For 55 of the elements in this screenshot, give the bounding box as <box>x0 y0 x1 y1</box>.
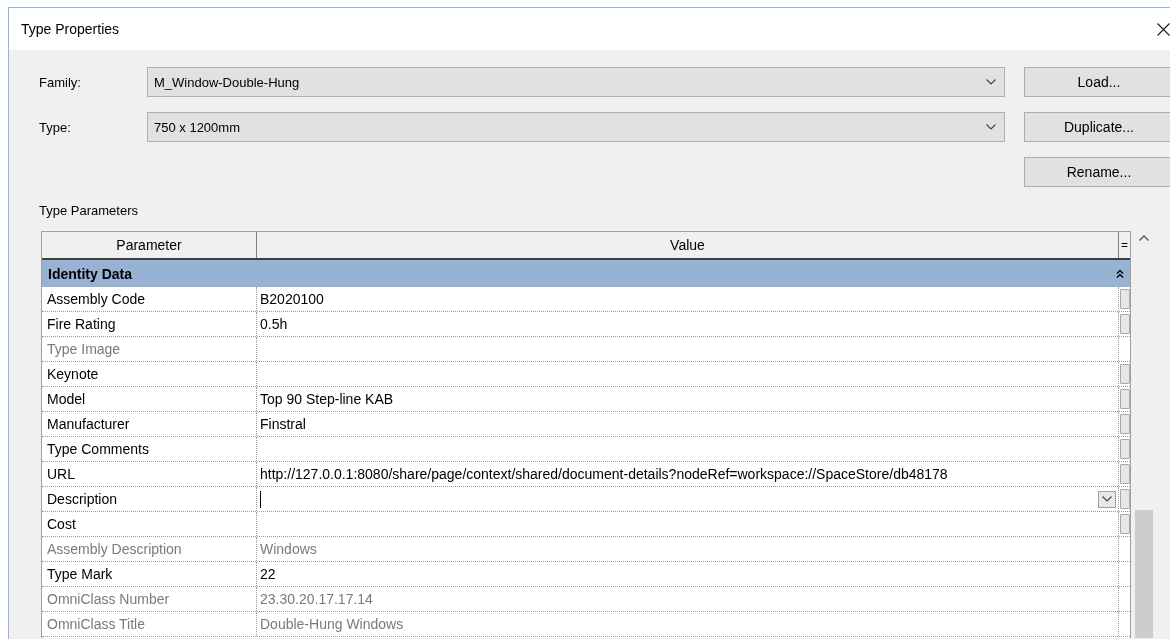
associate-parameter-button[interactable] <box>1119 439 1130 459</box>
column-header[interactable]: Parameter <box>42 232 257 258</box>
section-label: Type Parameters <box>39 203 138 218</box>
associate-parameter-button[interactable] <box>1119 289 1130 309</box>
value-cell: 23.30.20.17.17.14 <box>257 587 1119 611</box>
parameter-cell: Fire Rating <box>42 312 257 336</box>
close-icon <box>1157 22 1170 36</box>
duplicate-button[interactable]: Duplicate... <box>1024 112 1170 142</box>
associate-parameter-button[interactable] <box>1119 514 1130 534</box>
value-cell[interactable]: B2020100 <box>257 287 1119 311</box>
load-button[interactable]: Load... <box>1024 67 1170 97</box>
input-field[interactable] <box>257 487 1119 511</box>
group-header[interactable]: Identity Data <box>42 260 1130 287</box>
text-caret <box>260 490 261 508</box>
dropdown-button[interactable] <box>1098 490 1116 508</box>
parameter-cell: URL <box>42 462 257 486</box>
combo-box[interactable]: 750 x 1200mm <box>147 112 1005 142</box>
parameter-cell: Model <box>42 387 257 411</box>
value-cell[interactable]: Finstral <box>257 412 1119 436</box>
rename-button[interactable]: Rename... <box>1024 157 1170 187</box>
chevron-down-icon <box>986 124 996 130</box>
value-cell[interactable]: http://127.0.0.1:8080/share/page/context/shared/document-details?nodeRef=workspace://SpaceStore/db48178 <box>257 462 1119 486</box>
column-header[interactable]: Value <box>257 232 1119 258</box>
value-cell[interactable]: 22 <box>257 562 1119 586</box>
chevron-up-icon <box>1139 235 1149 242</box>
value-cell[interactable]: Top 90 Step-line KAB <box>257 387 1119 411</box>
parameter-cell: Type Image <box>42 337 257 361</box>
associate-parameter-button[interactable] <box>1119 364 1130 384</box>
parameter-cell: Description <box>42 487 257 511</box>
value-cell[interactable]: 0.5h <box>257 312 1119 336</box>
group-title: Identity Data <box>48 265 132 282</box>
parameter-cell: OmniClass Number <box>42 587 257 611</box>
parameter-cell: Type Mark <box>42 562 257 586</box>
associate-parameter-button[interactable] <box>1119 464 1130 484</box>
parameter-cell: Manufacturer <box>42 412 257 436</box>
value-cell: Double-Hung Windows <box>257 612 1119 636</box>
chevron-down-icon <box>986 79 996 85</box>
parameter-cell: Cost <box>42 512 257 536</box>
parameter-cell: Assembly Description <box>42 537 257 561</box>
parameter-cell: Assembly Code <box>42 287 257 311</box>
scrollbar-thumb[interactable] <box>1135 510 1153 638</box>
associate-parameter-button[interactable] <box>1119 389 1130 409</box>
chevron-down-icon <box>1102 496 1112 502</box>
collapse-icon[interactable] <box>1116 268 1124 279</box>
parameter-cell: OmniClass Title <box>42 612 257 636</box>
field-label: Type: <box>39 118 72 137</box>
associate-parameter-button[interactable] <box>1119 314 1130 334</box>
associate-parameter-button[interactable] <box>1119 414 1130 434</box>
field-label: Family: <box>39 73 82 92</box>
parameter-cell: Type Comments <box>42 437 257 461</box>
parameter-cell: Keynote <box>42 362 257 386</box>
window-title: Type Properties <box>21 21 120 37</box>
column-header[interactable]: = <box>1119 232 1130 258</box>
combo-box[interactable]: M_Window-Double-Hung <box>147 67 1005 97</box>
value-cell: Windows <box>257 537 1119 561</box>
